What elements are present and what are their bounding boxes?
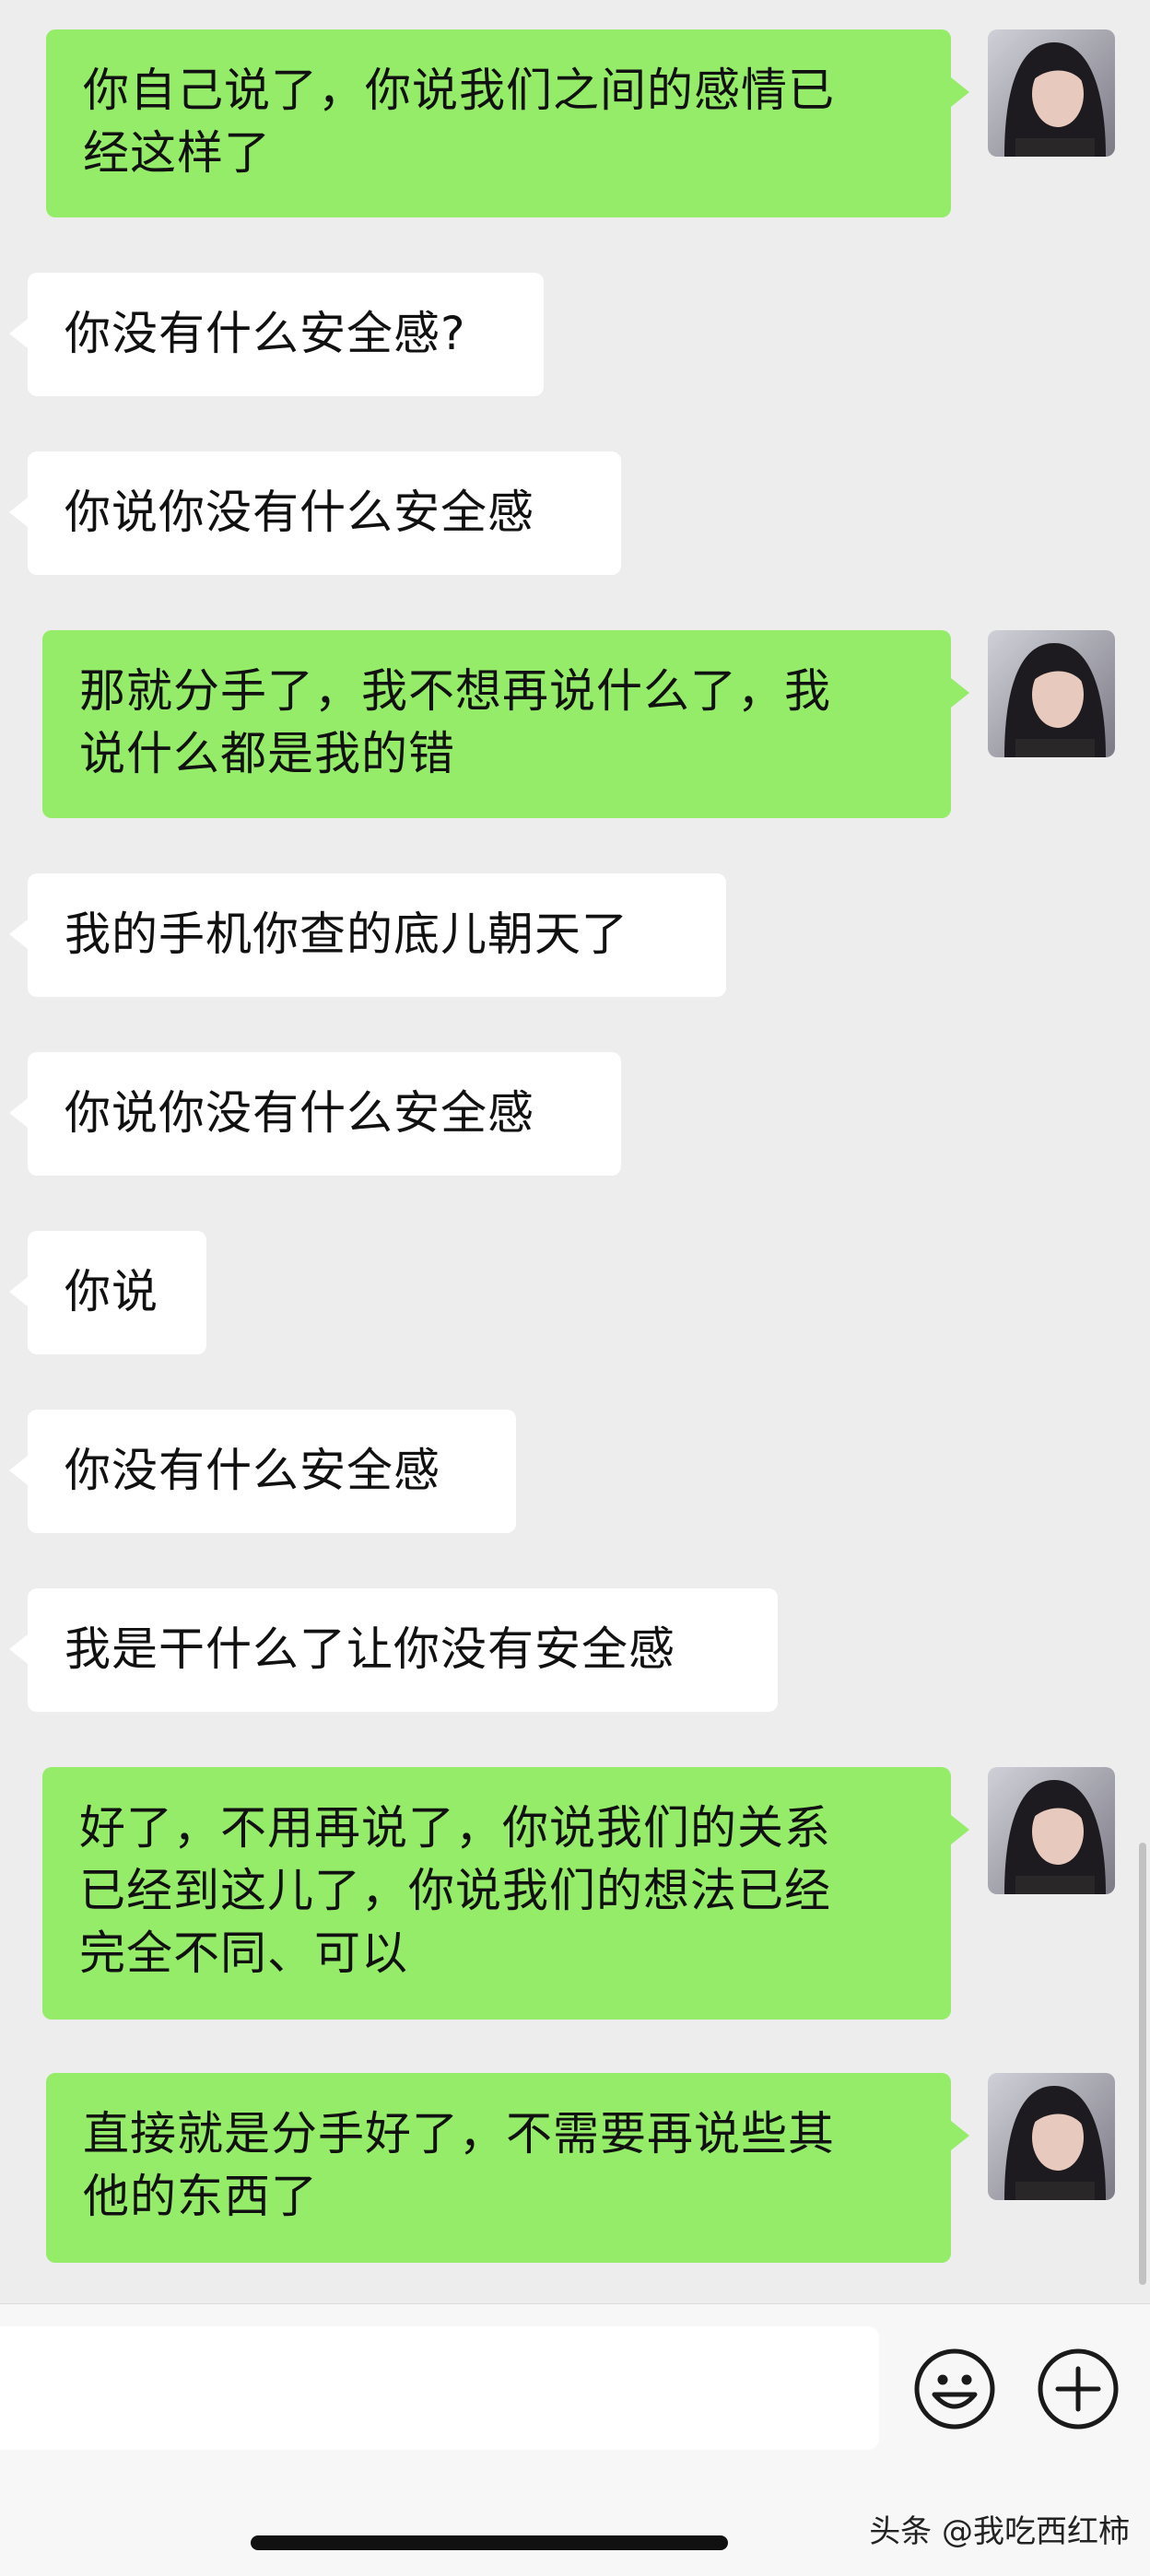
message-bubble[interactable]: 你自己说了，你说我们之间的感情已 经这样了 [46, 29, 951, 217]
message-list[interactable]: 你自己说了，你说我们之间的感情已 经这样了 你没有什么安全感? 你说你没有什么安… [0, 0, 1150, 2294]
message-bubble[interactable]: 好了，不用再说了，你说我们的关系 已经到这儿了，你说我们的想法已经 完全不同、可… [42, 1767, 951, 2020]
avatar[interactable] [988, 29, 1115, 157]
bubble-tail [951, 77, 969, 107]
message-bubble[interactable]: 你没有什么安全感 [28, 1410, 516, 1533]
scrollbar[interactable] [1139, 1843, 1146, 2285]
emoji-face-icon[interactable] [910, 2345, 999, 2433]
bubble-tail [9, 1634, 28, 1664]
bubble-tail [9, 1277, 28, 1306]
avatar[interactable] [988, 2073, 1115, 2200]
bubble-tail [951, 678, 969, 708]
bubble-tail [9, 919, 28, 949]
message-bubble[interactable]: 那就分手了，我不想再说什么了，我 说什么都是我的错 [42, 630, 951, 818]
avatar[interactable] [988, 1767, 1115, 1894]
plus-circle-icon[interactable] [1034, 2345, 1122, 2433]
message-bubble[interactable]: 你说你没有什么安全感 [28, 1052, 621, 1176]
bubble-tail [9, 319, 28, 348]
chat-screen: 你自己说了，你说我们之间的感情已 经这样了 你没有什么安全感? 你说你没有什么安… [0, 0, 1150, 2576]
bubble-tail [9, 1098, 28, 1128]
message-bubble[interactable]: 我是干什么了让你没有安全感 [28, 1588, 778, 1712]
home-indicator[interactable] [251, 2535, 728, 2550]
bubble-tail [951, 1815, 969, 1844]
message-input[interactable] [0, 2326, 879, 2450]
message-bubble[interactable]: 直接就是分手好了，不需要再说些其 他的东西了 [46, 2073, 951, 2263]
message-bubble[interactable]: 你说你没有什么安全感 [28, 451, 621, 575]
bubble-tail [9, 1456, 28, 1485]
watermark: 头条 @我吃西红柿 [869, 2513, 1130, 2550]
message-bubble[interactable]: 你说 [28, 1231, 206, 1354]
avatar[interactable] [988, 630, 1115, 757]
bubble-tail [9, 498, 28, 527]
bubble-tail [951, 2121, 969, 2150]
message-bubble[interactable]: 你没有什么安全感? [28, 273, 544, 396]
message-bubble[interactable]: 我的手机你查的底儿朝天了 [28, 873, 726, 997]
